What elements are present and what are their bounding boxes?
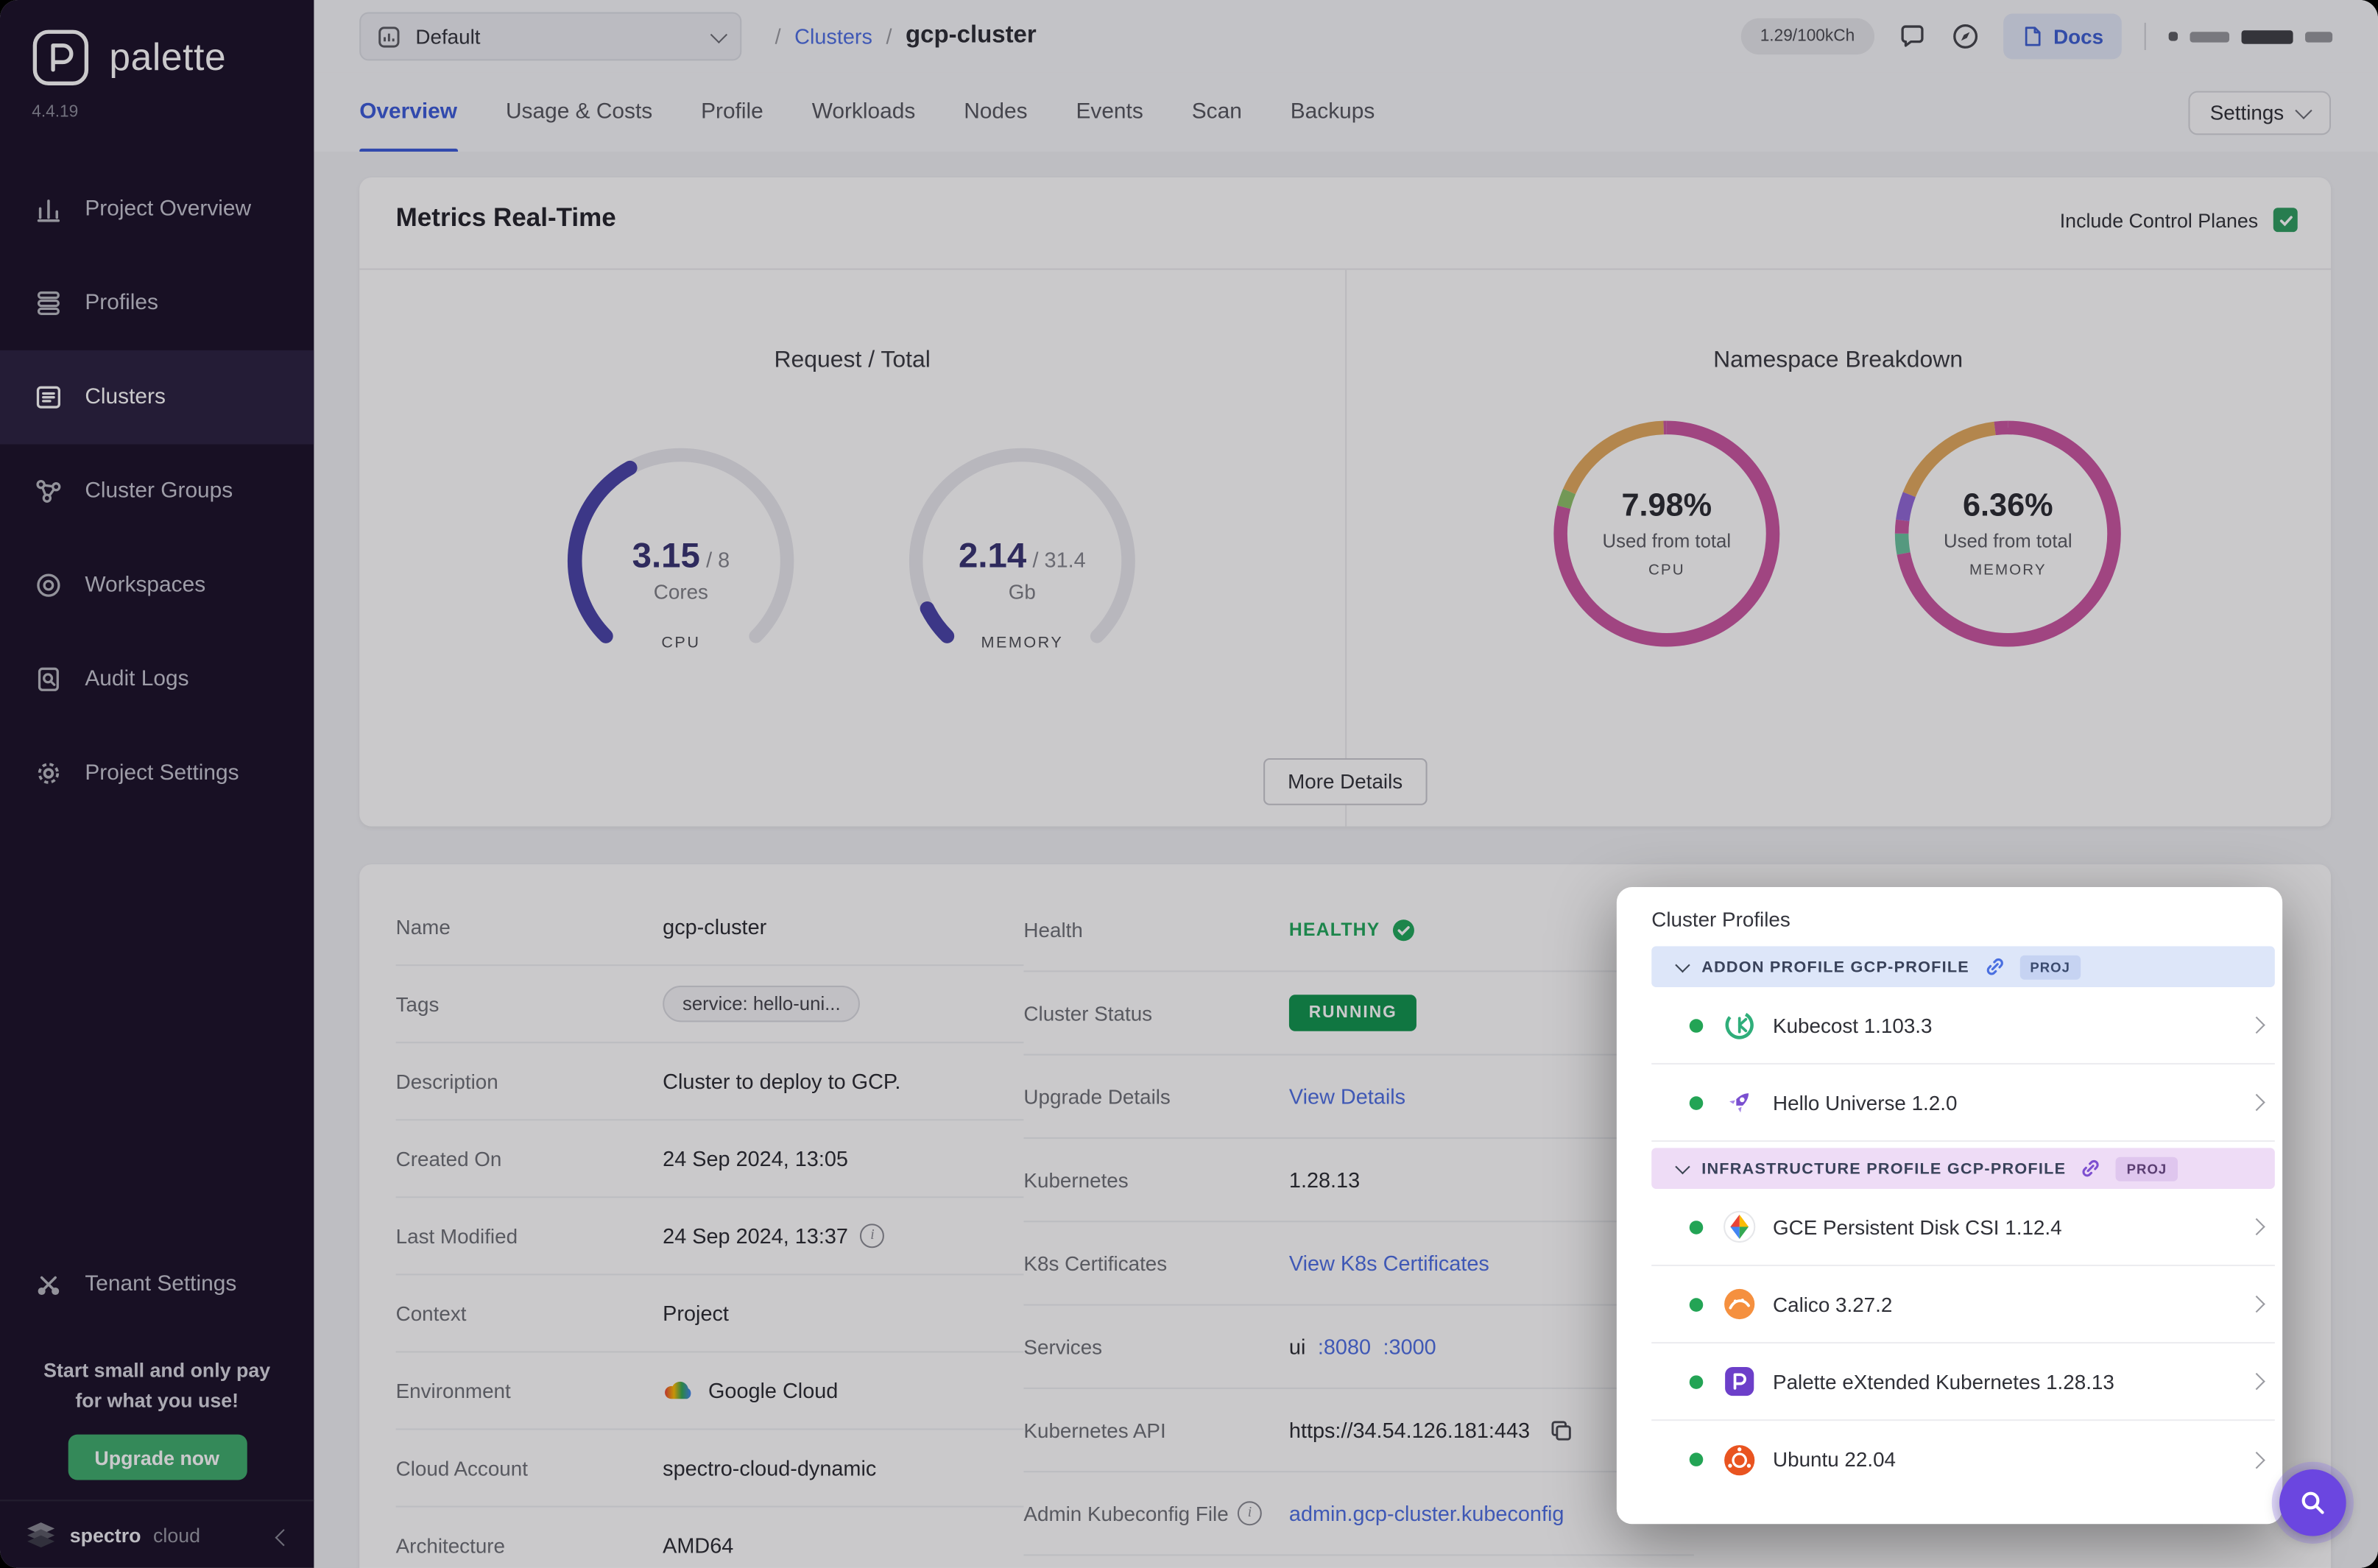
palette-app: palette 4.4.19 Project Overview Profiles… — [0, 0, 2378, 1568]
profile-item-label: GCE Persistent Disk CSI 1.12.4 — [1773, 1215, 2062, 1238]
profile-item-label: Palette eXtended Kubernetes 1.28.13 — [1773, 1370, 2114, 1394]
hello-universe-icon — [1723, 1086, 1756, 1119]
profile-item-label: Kubecost 1.103.3 — [1773, 1014, 1933, 1036]
gce-disk-icon — [1723, 1210, 1756, 1243]
status-dot — [1689, 1374, 1704, 1388]
search-icon — [2301, 1491, 2324, 1514]
palette-k8s-icon — [1723, 1365, 1756, 1398]
panel-title: Cluster Profiles — [1651, 908, 1790, 931]
proj-badge: PROJ — [2116, 1156, 2178, 1181]
profile-section-label: ADDON PROFILE GCP-PROFILE — [1701, 957, 1969, 976]
search-fab[interactable] — [2279, 1469, 2346, 1536]
profile-item-palette-k8s[interactable]: Palette eXtended Kubernetes 1.28.13 — [1651, 1343, 2275, 1422]
chevron-right-icon — [2248, 1372, 2265, 1391]
chevron-right-icon — [2248, 1295, 2265, 1313]
addon-profile-section-header[interactable]: ADDON PROFILE GCP-PROFILE PROJ — [1651, 946, 2275, 987]
status-dot — [1689, 1452, 1704, 1466]
calico-icon — [1723, 1288, 1756, 1321]
chevron-right-icon — [2248, 1218, 2265, 1236]
profile-item-kubecost[interactable]: Kubecost 1.103.3 — [1651, 987, 2275, 1065]
status-dot — [1689, 1018, 1704, 1032]
status-dot — [1689, 1297, 1704, 1311]
chevron-right-icon — [2248, 1093, 2265, 1112]
profile-item-gce-disk[interactable]: GCE Persistent Disk CSI 1.12.4 — [1651, 1189, 2275, 1267]
chevron-right-icon — [2248, 1016, 2265, 1034]
profile-section-label: INFRASTRUCTURE PROFILE GCP-PROFILE — [1701, 1159, 2067, 1178]
status-dot — [1689, 1220, 1704, 1234]
link-icon[interactable] — [1983, 956, 2006, 978]
status-dot — [1689, 1095, 1704, 1109]
link-icon[interactable] — [2080, 1157, 2103, 1180]
kubecost-icon — [1723, 1009, 1756, 1042]
infrastructure-profile-section-header[interactable]: INFRASTRUCTURE PROFILE GCP-PROFILE PROJ — [1651, 1148, 2275, 1189]
chevron-down-icon — [1675, 956, 1690, 972]
chevron-right-icon — [2248, 1451, 2265, 1469]
chevron-down-icon — [1675, 1158, 1690, 1174]
profile-item-label: Calico 3.27.2 — [1773, 1293, 1893, 1316]
ubuntu-icon — [1723, 1443, 1756, 1476]
profile-item-ubuntu[interactable]: Ubuntu 22.04 — [1651, 1421, 2275, 1498]
proj-badge: PROJ — [2019, 954, 2081, 979]
cluster-profiles-panel: Cluster Profiles ADDON PROFILE GCP-PROFI… — [1616, 887, 2283, 1525]
profile-item-hello-universe[interactable]: Hello Universe 1.2.0 — [1651, 1064, 2275, 1143]
profile-item-label: Hello Universe 1.2.0 — [1773, 1091, 1958, 1114]
profile-item-label: Ubuntu 22.04 — [1773, 1448, 1897, 1472]
profile-item-calico[interactable]: Calico 3.27.2 — [1651, 1266, 2275, 1344]
